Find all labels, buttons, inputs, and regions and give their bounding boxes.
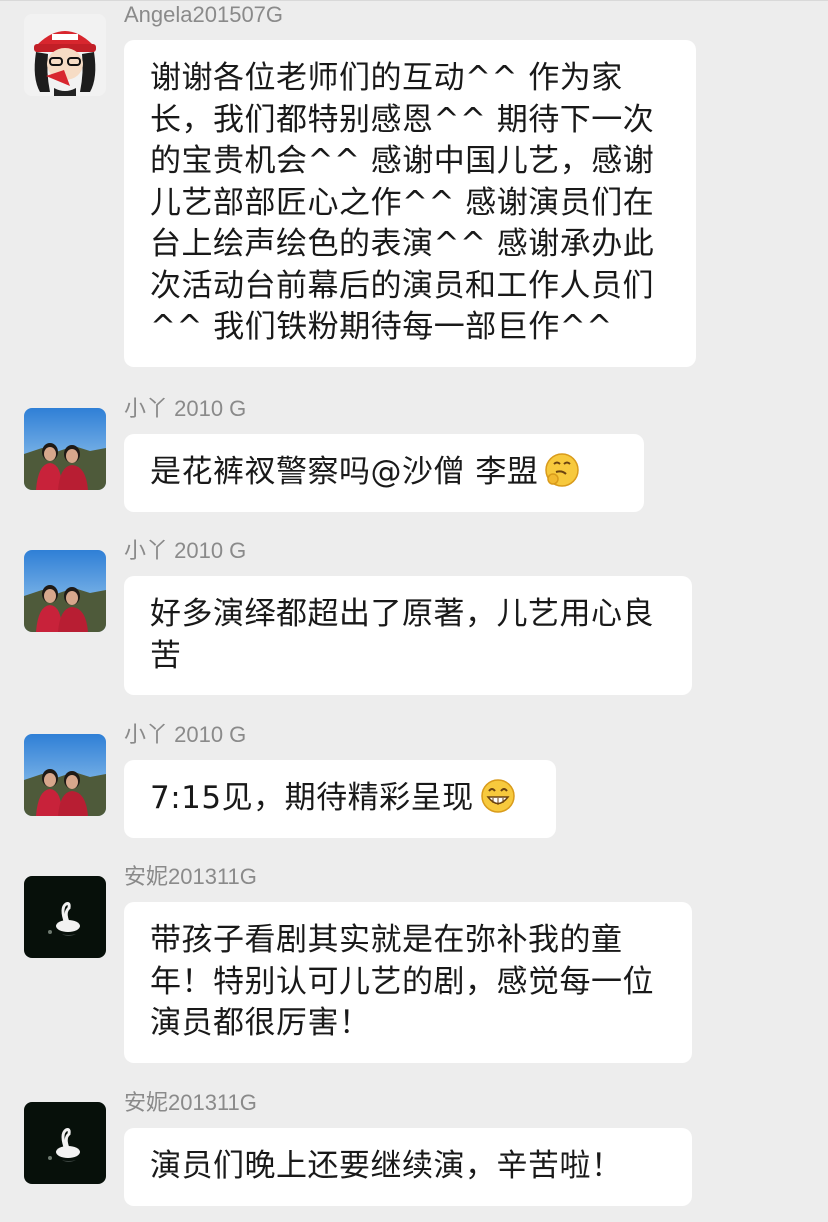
message-text: 好多演绎都超出了原著，儿艺用心良苦 [150, 596, 654, 674]
message-bubble[interactable]: 带孩子看剧其实就是在弥补我的童年！特别认可儿艺的剧，感觉每一位演员都很厉害！ [124, 902, 692, 1063]
hmm-emoji-icon [545, 453, 580, 487]
sender-name: Angela201507G [124, 2, 284, 27]
message-bubble[interactable]: 谢谢各位老师们的互动^^ 作为家长，我们都特别感恩^^ 期待下一次的宝贵机会^^… [124, 40, 696, 367]
message-text: 演员们晚上还要继续演，辛苦啦！ [150, 1148, 623, 1184]
message-text: 7:15见，期待精彩呈现 [150, 780, 474, 816]
sender-name: 小丫 2010 G [124, 396, 247, 421]
sender-name: 安妮201311G [124, 864, 257, 889]
message-bubble[interactable]: 好多演绎都超出了原著，儿艺用心良苦 [124, 576, 692, 695]
message-bubble[interactable]: 7:15见，期待精彩呈现 [124, 760, 556, 838]
message-bubble[interactable]: 是花裤衩警察吗@沙僧 李盟 [124, 434, 644, 512]
sender-name: 小丫 2010 G [124, 538, 247, 563]
sender-name: 小丫 2010 G [124, 722, 247, 747]
message-bubble[interactable]: 演员们晚上还要继续演，辛苦啦！ [124, 1128, 692, 1206]
swan-photo-avatar-icon[interactable] [24, 1102, 106, 1184]
sender-name: 安妮201311G [124, 1090, 257, 1115]
cartoon-girl-avatar-icon[interactable] [24, 14, 106, 96]
message-text: 是花裤衩警察吗@沙僧 李盟 [150, 454, 539, 490]
landscape-photo-avatar-icon[interactable] [24, 408, 106, 490]
message-text: 谢谢各位老师们的互动^^ 作为家长，我们都特别感恩^^ 期待下一次的宝贵机会^^… [150, 60, 655, 345]
message-text: 带孩子看剧其实就是在弥补我的童年！特别认可儿艺的剧，感觉每一位演员都很厉害！ [150, 922, 654, 1041]
landscape-photo-avatar-icon[interactable] [24, 550, 106, 632]
swan-photo-avatar-icon[interactable] [24, 876, 106, 958]
grin-emoji-icon [480, 779, 515, 813]
landscape-photo-avatar-icon[interactable] [24, 734, 106, 816]
